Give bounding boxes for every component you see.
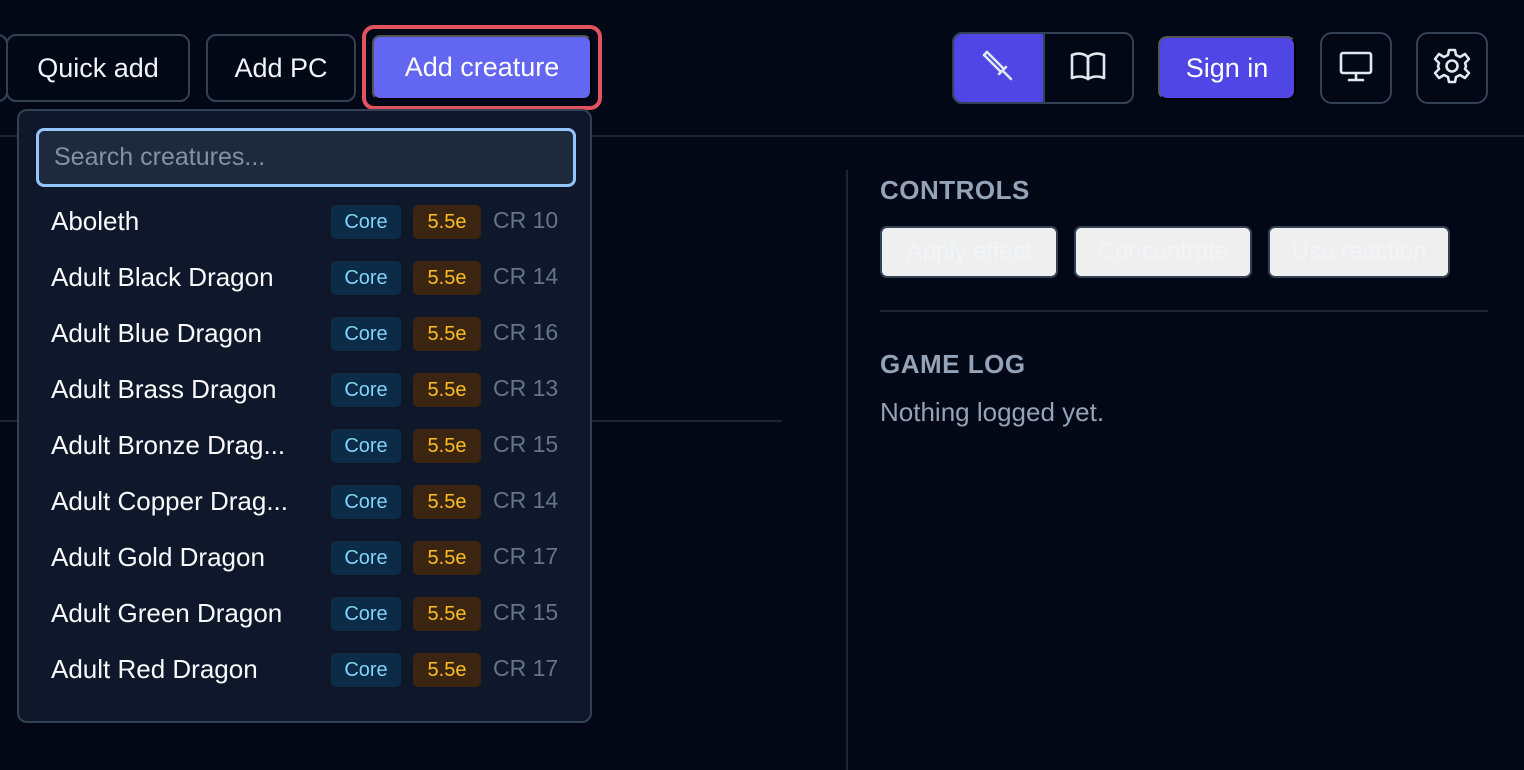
edition-badge: 5.5e [413,429,481,463]
combat-mode-tab[interactable] [954,34,1043,102]
add-pc-button[interactable]: Add PC [206,34,356,102]
creature-name: Adult Bronze Drag... [51,430,286,460]
creature-name: Adult Copper Drag... [51,486,289,516]
challenge-rating: CR 13 [493,375,559,401]
creature-option[interactable]: Adult Bronze Drag... Core 5.5e CR 15 [19,421,590,477]
edition-badge: 5.5e [413,485,481,519]
display-button[interactable] [1320,32,1392,104]
search-creatures-input[interactable] [36,128,576,187]
creature-name: Adult Gold Dragon [51,542,265,572]
settings-button[interactable] [1416,32,1488,104]
use-reaction-button[interactable]: Use reaction [1268,226,1450,278]
creature-option[interactable]: Adult Black Dragon Core 5.5e CR 14 [19,253,590,309]
challenge-rating: CR 16 [493,319,559,345]
gear-icon [1432,46,1472,91]
monitor-icon [1336,46,1376,91]
sign-in-button[interactable]: Sign in [1158,36,1296,100]
controls-divider [880,310,1488,312]
challenge-rating: CR 15 [493,599,559,625]
source-badge: Core [331,429,401,463]
creature-option[interactable]: Adult Brass Dragon Core 5.5e CR 13 [19,365,590,421]
creature-name: Adult Black Dragon [51,262,274,292]
creature-option[interactable]: Adult Copper Drag... Core 5.5e CR 14 [19,477,590,533]
view-mode-toggle [952,32,1134,104]
challenge-rating: CR 14 [493,487,559,513]
creature-option[interactable]: Adult Blue Dragon Core 5.5e CR 16 [19,309,590,365]
creature-name: Adult Green Dragon [51,598,283,628]
creature-option[interactable]: Aboleth Core 5.5e CR 10 [19,197,590,253]
creature-name: Adult Blue Dragon [51,318,263,348]
edition-badge: 5.5e [413,653,481,687]
creature-name: Aboleth [51,206,140,236]
sword-icon [978,46,1018,91]
quick-add-button[interactable]: Quick add [6,34,190,102]
challenge-rating: CR 10 [493,207,559,233]
source-badge: Core [331,653,401,687]
edition-badge: 5.5e [413,317,481,351]
source-badge: Core [331,373,401,407]
apply-effect-button[interactable]: Apply effect [880,226,1058,278]
challenge-rating: CR 14 [493,263,559,289]
edition-badge: 5.5e [413,373,481,407]
creature-option[interactable]: Adult Green Dragon Core 5.5e CR 15 [19,589,590,645]
source-badge: Core [331,205,401,239]
reference-mode-tab[interactable] [1042,34,1132,102]
source-badge: Core [331,485,401,519]
game-log-empty-text: Nothing logged yet. [880,397,1105,427]
creature-name: Adult Brass Dragon [51,374,277,404]
creature-option[interactable]: Adult Red Dragon Core 5.5e CR 17 [19,645,590,701]
concentrate-button[interactable]: Concentrate [1074,226,1252,278]
edition-badge: 5.5e [413,205,481,239]
creature-name: Adult Red Dragon [51,654,258,684]
source-badge: Core [331,317,401,351]
challenge-rating: CR 17 [493,655,559,681]
edition-badge: 5.5e [413,597,481,631]
edition-badge: 5.5e [413,261,481,295]
creature-dropdown: Aboleth Core 5.5e CR 10 Adult Black Drag… [17,109,592,723]
add-creature-button[interactable]: Add creature [372,35,592,100]
book-open-icon [1068,46,1108,91]
challenge-rating: CR 17 [493,543,559,569]
creature-option[interactable]: Adult Gold Dragon Core 5.5e CR 17 [19,533,590,589]
game-log-heading: GAME LOG [880,349,1026,379]
source-badge: Core [331,541,401,575]
source-badge: Core [331,597,401,631]
panel-divider [846,170,848,770]
controls-heading: CONTROLS [880,175,1030,205]
challenge-rating: CR 15 [493,431,559,457]
source-badge: Core [331,261,401,295]
edition-badge: 5.5e [413,541,481,575]
